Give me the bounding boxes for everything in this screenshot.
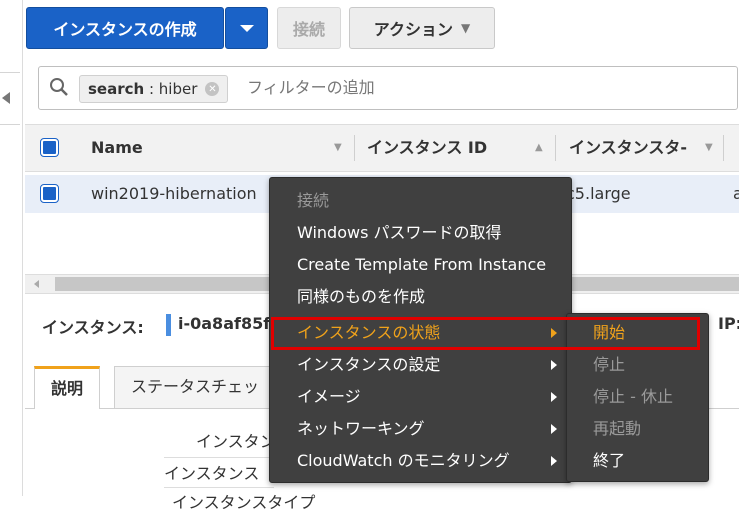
column-separator [723, 135, 724, 161]
launch-instance-label: インスタンスの作成 [53, 20, 197, 39]
instance-detail-label: インスタンス: [42, 318, 144, 337]
menu-item-instance-settings[interactable]: インスタンスの設定 [270, 349, 571, 381]
clear-token-icon[interactable]: ✕ [205, 82, 220, 96]
menu-item-create-template[interactable]: Create Template From Instance [270, 249, 571, 281]
menu-item-instance-state[interactable]: インスタンスの状態 [270, 317, 571, 349]
filter-token-value: hiber [158, 80, 198, 98]
menu-item-connect[interactable]: 接続 [270, 185, 571, 217]
submenu-item-start[interactable]: 開始 [567, 317, 708, 349]
collapse-sidebar-icon[interactable] [2, 92, 10, 104]
description-label: インスタンス [164, 464, 260, 483]
submenu-arrow-icon [551, 360, 557, 370]
sort-icon[interactable]: ▼ [705, 125, 713, 171]
description-label: インスタン [196, 432, 276, 451]
caret-down-icon [239, 24, 254, 32]
connect-label: 接続 [292, 20, 325, 39]
menu-item-cloudwatch-monitoring[interactable]: CloudWatch のモニタリング [270, 445, 571, 477]
menu-item-label: イメージ [297, 387, 361, 406]
instance-type-cell: c5.large [566, 184, 631, 203]
filter-token-key: search [88, 80, 145, 98]
submenu-arrow-icon [551, 456, 557, 466]
search-icon [50, 78, 68, 96]
column-header-name[interactable]: Name [91, 125, 143, 171]
instance-detail-id: i-0a8af85f7 [178, 314, 282, 333]
actions-label: アクション [373, 20, 453, 39]
menu-item-networking[interactable]: ネットワーキング [270, 413, 571, 445]
left-sidebar-strip [0, 0, 22, 496]
submenu-item-reboot[interactable]: 再起動 [567, 413, 708, 445]
submenu-item-stop-hibernate[interactable]: 停止 - 休止 [567, 381, 708, 413]
sidebar-divider [0, 124, 20, 125]
column-separator [354, 135, 355, 161]
description-label: インスタンスタイプ [172, 493, 316, 512]
column-header-instance-id[interactable]: インスタンス ID [367, 125, 487, 171]
column-header-instance-type[interactable]: インスタンスタ- [569, 125, 695, 171]
menu-item-label: CloudWatch のモニタリング [297, 451, 510, 470]
sidebar-border [22, 0, 23, 496]
column-separator [555, 135, 556, 161]
sort-asc-icon[interactable]: ▲ [535, 125, 543, 171]
scroll-left-icon[interactable] [34, 280, 39, 288]
tab-description[interactable]: 説明 [34, 366, 101, 409]
filter-input[interactable]: フィルターの追加 [247, 67, 375, 109]
chevron-down-icon: ▼ [460, 21, 471, 35]
filter-search-bar[interactable]: search : hiber ✕ フィルターの追加 [38, 66, 738, 110]
submenu-arrow-icon [551, 328, 557, 338]
submenu-arrow-icon [551, 392, 557, 402]
select-all-checkbox[interactable] [40, 138, 59, 157]
row-checkbox[interactable] [40, 184, 59, 203]
instance-state-submenu: 開始 停止 停止 - 休止 再起動 終了 [566, 313, 709, 482]
connect-button[interactable]: 接続 [277, 7, 341, 49]
launch-instance-button[interactable]: インスタンスの作成 [26, 7, 224, 49]
submenu-item-stop[interactable]: 停止 [567, 349, 708, 381]
actions-button[interactable]: アクション ▼ [349, 7, 495, 49]
menu-item-launch-more-like-this[interactable]: 同様のものを作成 [270, 281, 571, 313]
menu-item-get-windows-password[interactable]: Windows パスワードの取得 [270, 217, 571, 249]
instance-name-cell: win2019-hibernation [91, 184, 257, 203]
instance-color-marker [166, 314, 171, 336]
tab-status-checks[interactable]: ステータスチェッ [114, 366, 274, 408]
launch-instance-dropdown-button[interactable] [225, 7, 268, 49]
menu-item-image[interactable]: イメージ [270, 381, 571, 413]
filter-token[interactable]: search : hiber ✕ [79, 75, 229, 103]
menu-item-label: インスタンスの設定 [297, 355, 441, 374]
availability-zone-cell: a [733, 184, 739, 203]
sidebar-divider [0, 72, 20, 73]
description-divider [164, 487, 274, 488]
table-header: Name ▼ インスタンス ID ▲ インスタンスタ- ▼ [25, 124, 739, 172]
menu-item-label: ネットワーキング [297, 419, 425, 438]
description-divider [164, 457, 274, 458]
ip-label: IP: [718, 314, 739, 333]
submenu-arrow-icon [551, 424, 557, 434]
filter-token-separator: : [144, 80, 159, 98]
instance-context-menu: 接続 Windows パスワードの取得 Create Template From… [269, 177, 572, 483]
submenu-item-terminate[interactable]: 終了 [567, 445, 708, 477]
sort-icon[interactable]: ▼ [334, 125, 342, 171]
menu-item-label: インスタンスの状態 [297, 323, 441, 342]
